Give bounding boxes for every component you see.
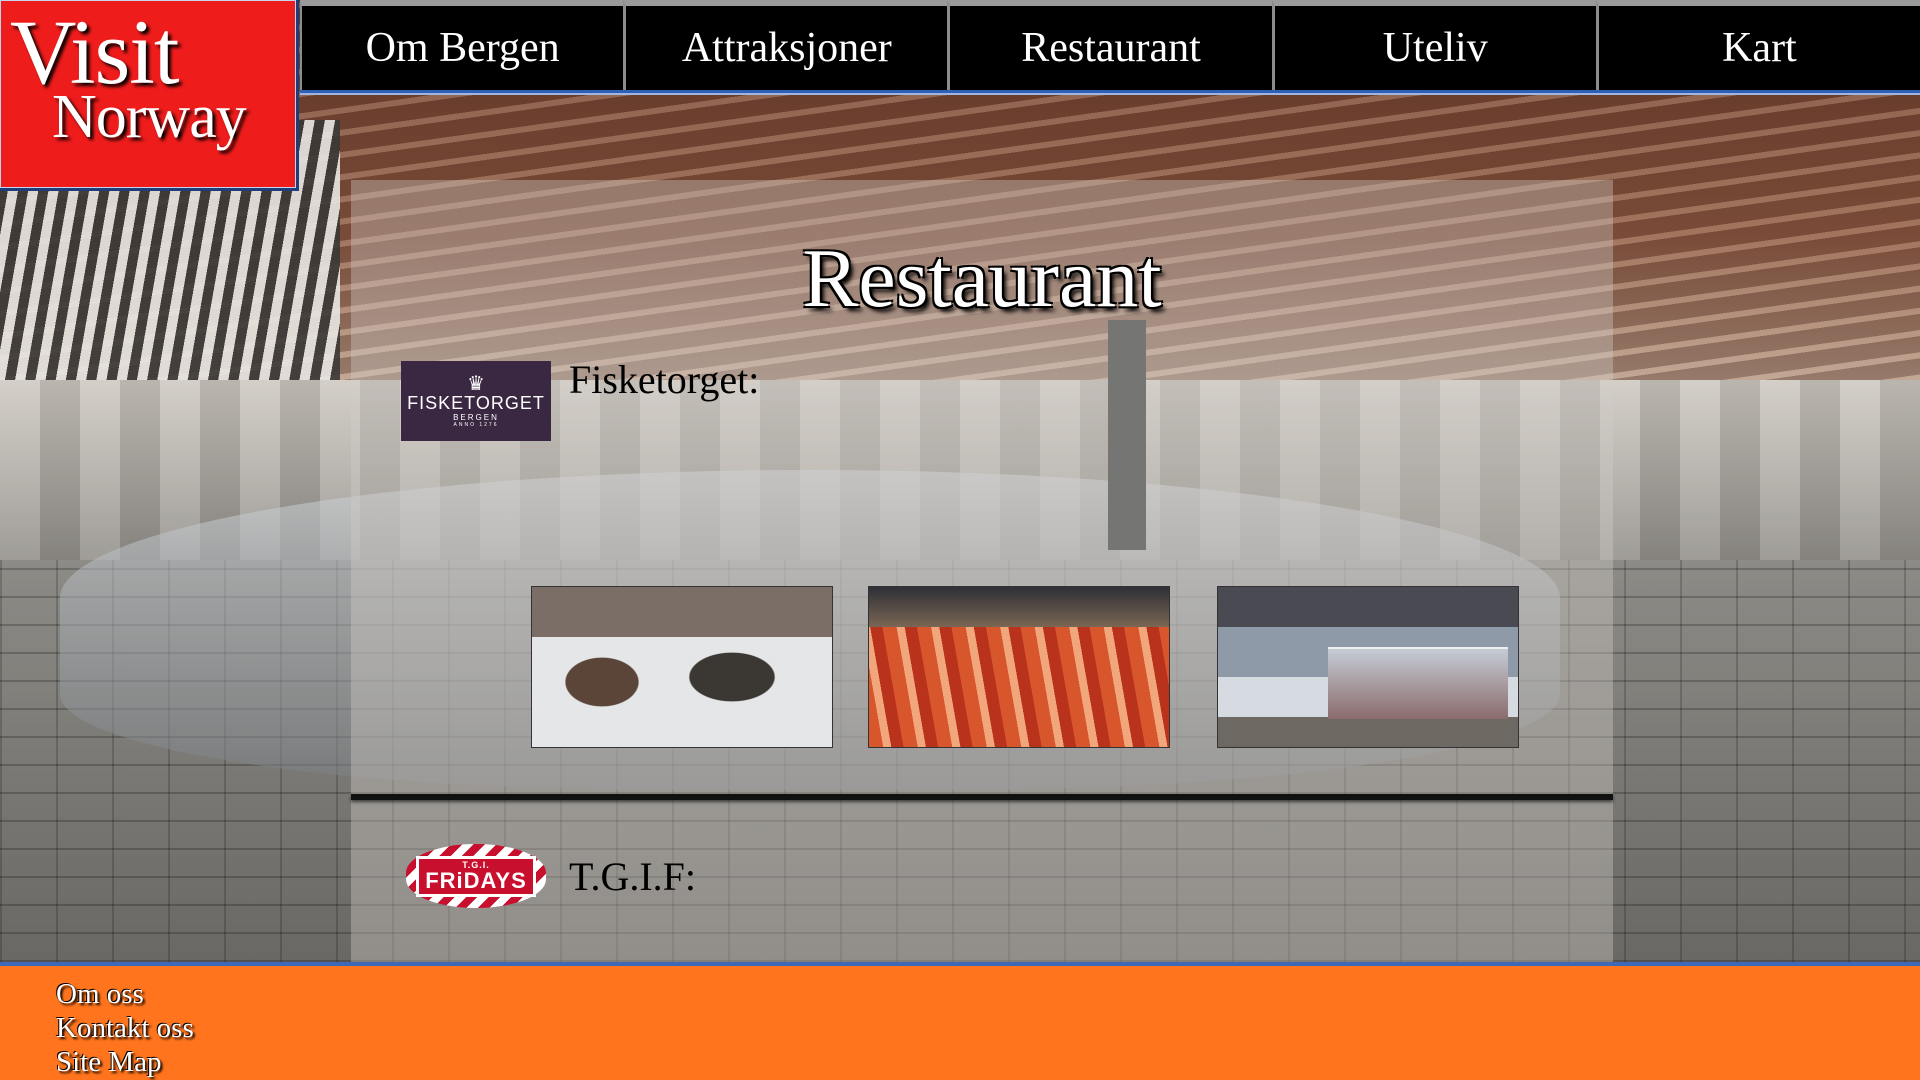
fork-crown-icon: ♛: [467, 372, 485, 395]
page-title: Restaurant: [802, 232, 1162, 325]
market-interior-photo[interactable]: [1217, 586, 1519, 748]
tgif-logo-fridays: FRiDAYS: [425, 867, 527, 893]
logo-word-norway: Norway: [52, 83, 247, 151]
footer-link-site-map[interactable]: Site Map: [56, 1048, 162, 1077]
content-panel: Restaurant ♛ FISKETORGET BERGEN ANNO 127…: [351, 180, 1613, 962]
nav-item-restaurant[interactable]: Restaurant: [947, 0, 1272, 90]
footer-link-om-oss[interactable]: Om oss: [56, 980, 144, 1009]
site-logo[interactable]: Visit Norway: [0, 0, 299, 191]
nav-item-om-bergen[interactable]: Om Bergen: [300, 0, 624, 90]
section-divider: [351, 794, 1613, 800]
restaurant-name-fisketorget: Fisketorget:: [569, 357, 760, 402]
fisketorget-logo-city: BERGEN: [453, 413, 499, 423]
nav-item-attraksjoner[interactable]: Attraksjoner: [623, 0, 948, 90]
nav-item-kart[interactable]: Kart: [1595, 0, 1920, 90]
tgif-badge: T.G.I. FRiDAYS: [406, 844, 546, 908]
footer: Om oss Kontakt oss Site Map: [0, 962, 1920, 1080]
fisketorget-logo[interactable]: ♛ FISKETORGET BERGEN ANNO 1276: [401, 361, 551, 441]
tgif-badge-text: T.G.I. FRiDAYS: [416, 855, 536, 897]
main-nav: Om Bergen Attraksjoner Restaurant Uteliv…: [300, 0, 1920, 93]
nav-item-uteliv[interactable]: Uteliv: [1271, 0, 1596, 90]
footer-link-kontakt-oss[interactable]: Kontakt oss: [56, 1014, 194, 1043]
restaurant-name-tgif: T.G.I.F:: [569, 854, 697, 899]
seafood-counter-photo[interactable]: [868, 586, 1170, 748]
monkfish-photo[interactable]: [531, 586, 833, 748]
fisketorget-logo-year: ANNO 1276: [453, 422, 499, 429]
fisketorget-logo-text: FISKETORGET: [407, 392, 545, 413]
tgif-logo[interactable]: T.G.I. FRiDAYS: [401, 836, 551, 916]
